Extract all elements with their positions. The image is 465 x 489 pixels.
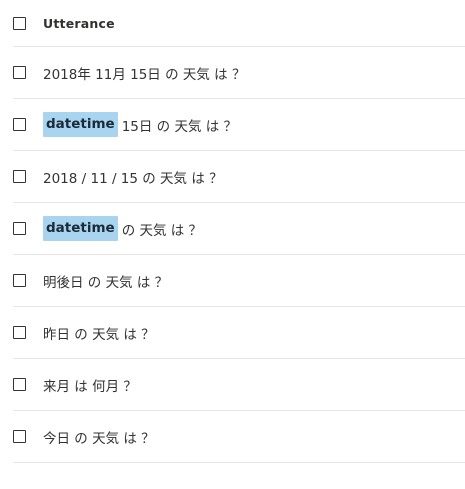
utterance-label: 今日 の 天気 は ？ (43, 430, 155, 447)
utterance-text: 2018 / 11 / 15 の 天気 は ？ (43, 167, 223, 187)
utterance-text: 今日 の 天気 は ？ (43, 427, 155, 447)
utterance-label: 2018年 11月 15日 の 天気 は ？ (43, 66, 246, 83)
row-checkbox[interactable] (13, 66, 26, 79)
row-checkbox[interactable] (13, 170, 26, 183)
utterance-row[interactable]: datetime の 天気 は ？ (13, 203, 465, 255)
utterance-row[interactable]: 今日 の 天気 は ？ (13, 411, 465, 463)
utterance-text: datetime 15日 の 天気 は ？ (43, 112, 237, 137)
utterance-row[interactable]: 2018年 11月 15日 の 天気 は ？ (13, 47, 465, 99)
utterance-text: datetime の 天気 は ？ (43, 216, 202, 241)
row-checkbox[interactable] (13, 378, 26, 391)
row-checkbox[interactable] (13, 430, 26, 443)
entity-tag-datetime[interactable]: datetime (43, 216, 118, 241)
utterance-text: 2018年 11月 15日 の 天気 は ？ (43, 63, 245, 83)
utterance-row[interactable]: 2018 / 11 / 15 の 天気 は ？ (13, 151, 465, 203)
utterance-label: 2018 / 11 / 15 の 天気 は ？ (43, 170, 223, 187)
row-checkbox[interactable] (13, 118, 26, 131)
utterance-row[interactable]: 昨日 の 天気 は ？ (13, 307, 465, 359)
entity-tag-datetime[interactable]: datetime (43, 112, 118, 137)
row-checkbox[interactable] (13, 326, 26, 339)
utterance-text: 来月 は 何月 ？ (43, 375, 137, 395)
utterance-label: の 天気 は ？ (121, 222, 203, 239)
column-header-utterance[interactable]: Utterance (43, 16, 115, 31)
row-checkbox[interactable] (13, 222, 26, 235)
utterance-label: 15日 の 天気 は ？ (121, 118, 238, 135)
utterance-label: 昨日 の 天気 は ？ (43, 326, 155, 343)
utterance-row[interactable]: datetime 15日 の 天気 は ？ (13, 99, 465, 151)
utterance-row[interactable]: 明後日 の 天気 は ？ (13, 255, 465, 307)
utterance-text: 明後日 の 天気 は ？ (43, 271, 168, 291)
utterance-row[interactable]: 来月 は 何月 ？ (13, 359, 465, 411)
utterance-text: 昨日 の 天気 は ？ (43, 323, 155, 343)
select-all-checkbox[interactable] (13, 16, 26, 30)
row-checkbox[interactable] (13, 274, 26, 287)
utterance-label: 来月 は 何月 ？ (43, 378, 137, 395)
list-header: Utterance (13, 0, 465, 47)
utterance-label: 明後日 の 天気 は ？ (43, 274, 169, 291)
utterance-list: Utterance 2018年 11月 15日 の 天気 は ？ datetim… (13, 0, 465, 463)
